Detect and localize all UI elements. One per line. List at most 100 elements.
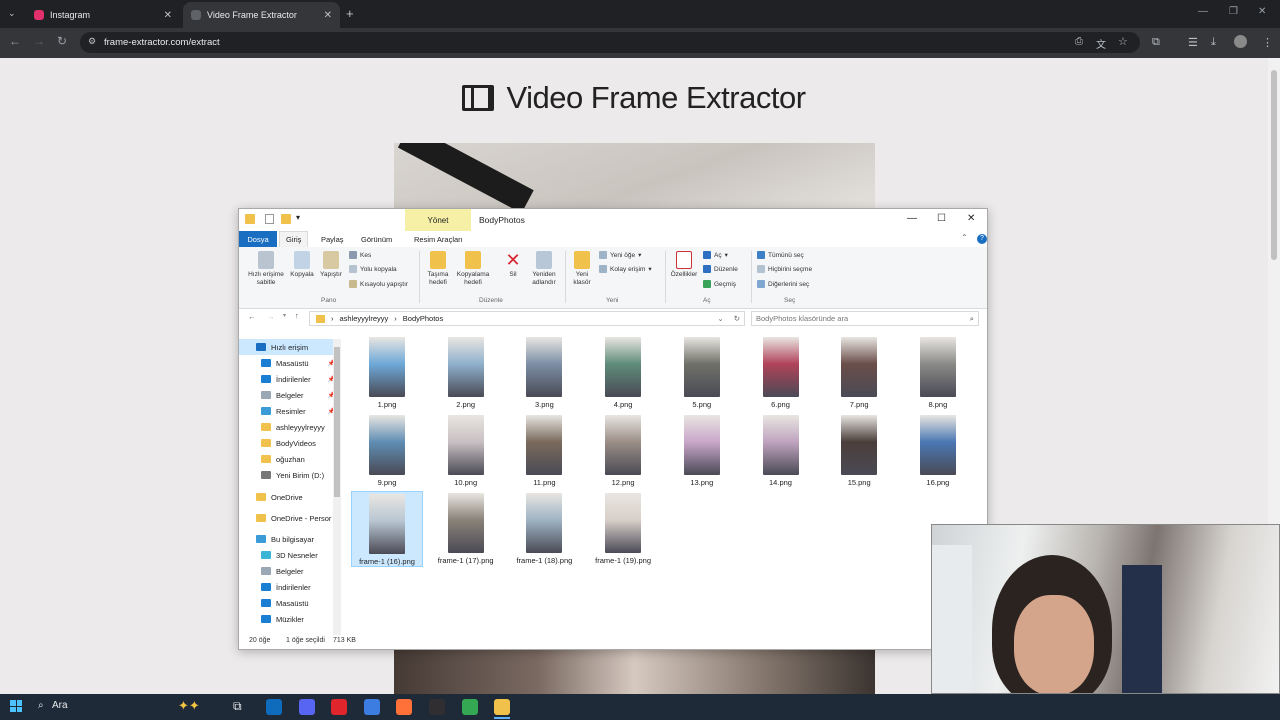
file-item[interactable]: 4.png [587,335,659,411]
file-item[interactable]: frame-1 (18).png [508,491,580,567]
page-scrollbar-thumb[interactable] [1271,70,1277,260]
nav-item[interactable]: 3D Nesneler [239,547,339,563]
cut-button[interactable]: Kes [349,251,371,259]
nav-item[interactable]: Müzikler [239,611,339,627]
copy-button[interactable]: Kopyala [287,251,317,279]
close-icon[interactable]: ✕ [967,213,975,224]
breadcrumb-item[interactable]: BodyPhotos [403,314,443,323]
nav-item[interactable]: Yeni Birim (D:) [239,467,339,483]
rename-button[interactable]: Yeniden adlandır [527,251,561,287]
minimize-icon[interactable]: — [907,213,917,224]
forward-icon[interactable]: → [33,34,45,48]
taskbar-search[interactable]: ⌕ Ara [38,700,68,711]
recent-dropdown-icon[interactable]: ▾ [283,312,286,319]
opera-icon[interactable] [331,699,348,715]
install-icon[interactable]: ⎙ [1075,36,1083,47]
reload-icon[interactable]: ↻ [57,34,67,48]
video-preview-bottom[interactable] [394,650,875,694]
explorer-title-bar[interactable]: ▾ Yönet BodyPhotos — ☐ ✕ [239,209,987,231]
customize-qa-icon[interactable]: ▾ [296,213,300,222]
forward-icon[interactable]: → [267,312,275,321]
up-icon[interactable]: ↑ [295,311,299,320]
properties-qa-icon[interactable] [265,214,274,224]
select-none-button[interactable]: Hiçbirini seçme [757,265,812,273]
nav-item[interactable]: Belgeler [239,563,339,579]
file-item[interactable]: 5.png [666,335,738,411]
copy-to-button[interactable]: Kopyalama hedefi [455,251,491,287]
close-tab-icon[interactable]: ✕ [324,10,332,21]
file-item[interactable]: 15.png [823,413,895,489]
outlook-icon[interactable] [266,699,282,715]
chrome-icon[interactable] [461,699,478,715]
tab-home[interactable]: Giriş [279,231,309,247]
tab-view[interactable]: Görünüm [355,231,398,247]
explorer-search-input[interactable]: BodyPhotos klasöründe ara ⌕ [751,311,979,326]
file-item[interactable]: frame-1 (17).png [430,491,502,567]
new-item-button[interactable]: Yeni öğe ▾ [599,251,641,259]
tab-search-icon[interactable]: ⌄ [8,8,16,19]
extensions-icon[interactable]: ⧉ [1152,36,1160,49]
file-item[interactable]: 7.png [823,335,895,411]
help-icon[interactable]: ? [977,234,987,244]
file-item[interactable]: 9.png [351,413,423,489]
file-item[interactable]: 1.png [351,335,423,411]
nav-item[interactable]: İndirilenler [239,579,339,595]
file-item[interactable]: 8.png [902,335,974,411]
minimize-icon[interactable]: — [1198,6,1208,17]
collapse-ribbon-icon[interactable]: ⌃ [961,233,968,242]
nav-item[interactable]: BodyVideos [239,435,339,451]
nav-item[interactable]: Belgeler 📌 [239,387,339,403]
tab-frame-extractor[interactable]: Video Frame Extractor ✕ [183,2,340,28]
maximize-icon[interactable]: ❐ [1229,6,1238,17]
copilot-sparkle-icon[interactable]: ✦✦ [178,698,200,714]
refresh-icon[interactable]: ↻ [734,314,740,323]
history-button[interactable]: Geçmiş [703,280,736,288]
copy-path-button[interactable]: Yolu kopyala [349,265,397,273]
manage-tab[interactable]: Yönet [405,209,471,231]
translate-icon[interactable]: 文 [1096,36,1106,51]
nav-item[interactable]: OneDrive [239,489,339,505]
edit-button[interactable]: Düzenle [703,265,738,273]
file-item[interactable]: 12.png [587,413,659,489]
store-icon[interactable] [363,699,380,715]
select-all-button[interactable]: Tümünü seç [757,251,804,259]
properties-button[interactable]: Özellikler [667,251,701,279]
paste-shortcut-button[interactable]: Kısayolu yapıştır [349,280,408,288]
new-folder-button[interactable]: Yeni klasör [567,251,597,287]
video-preview[interactable] [394,143,875,215]
file-item[interactable]: 13.png [666,413,738,489]
nav-item[interactable]: oğuzhan [239,451,339,467]
download-icon[interactable]: ⤓ [1211,36,1216,49]
nav-item[interactable]: Bu bilgisayar [239,531,339,547]
tab-picture-tools[interactable]: Resim Araçları [408,231,469,247]
nav-item[interactable]: Masaüstü [239,595,339,611]
file-item[interactable]: 6.png [745,335,817,411]
close-tab-icon[interactable]: ✕ [164,10,172,21]
firefox-icon[interactable] [396,699,413,715]
nav-item[interactable]: Masaüstü 📌 [239,355,339,371]
breadcrumb-item[interactable]: ashleyyylreyyy [340,314,389,323]
bookmark-star-icon[interactable]: ☆ [1118,35,1128,48]
profile-avatar[interactable] [1234,35,1247,48]
new-folder-qa-icon[interactable] [281,214,291,224]
windows-start-icon[interactable] [10,700,22,712]
back-icon[interactable]: ← [248,312,256,321]
reading-list-icon[interactable]: ☰ [1188,36,1198,49]
paste-button[interactable]: Yapıştır [316,251,346,279]
tab-instagram[interactable]: Instagram ✕ [26,2,180,28]
file-item[interactable]: frame-1 (16).png [351,491,423,567]
pin-quick-access-button[interactable]: Hızlı erişime sabitle [243,251,289,287]
discord-icon[interactable] [298,699,315,715]
menu-icon[interactable]: ⋮ [1262,36,1273,49]
file-item[interactable]: 11.png [508,413,580,489]
nav-scrollbar-thumb[interactable] [334,347,340,497]
nav-item[interactable]: ashleyyylreyyy [239,419,339,435]
file-item[interactable]: 2.png [430,335,502,411]
move-to-button[interactable]: Taşıma hedefi [423,251,453,287]
new-tab-button[interactable]: + [346,6,354,21]
nav-item[interactable]: Resimler 📌 [239,403,339,419]
tab-file[interactable]: Dosya [239,231,277,247]
invert-selection-button[interactable]: Diğerlerini seç [757,280,809,288]
explorer-address-bar[interactable]: › ashleyyylreyyy › BodyPhotos ⌄ ↻ [309,311,745,326]
task-view-icon[interactable]: ⧉ [233,699,242,714]
